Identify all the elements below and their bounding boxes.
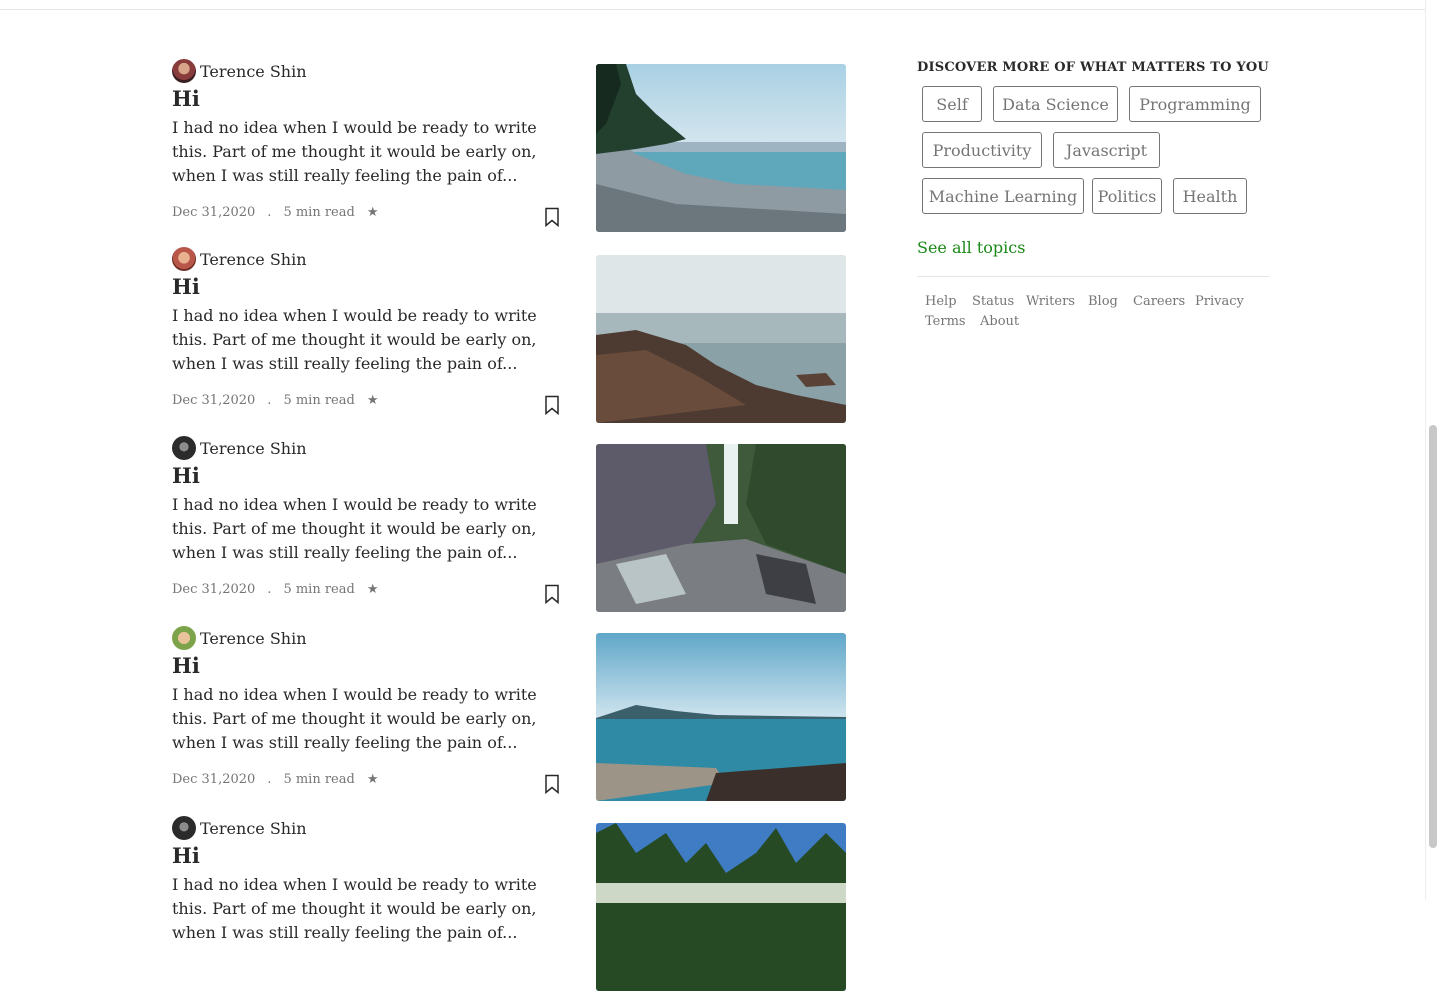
author-row[interactable]: Terence Shin [172,58,307,84]
article-date: Dec 31,2020 [172,772,256,787]
author-name[interactable]: Terence Shin [200,819,307,838]
topic-data-science[interactable]: Data Science [993,86,1118,122]
waterfall-image [596,444,846,612]
article-meta: Dec 31,2020 . 5 min read ★ [172,582,378,597]
author-avatar[interactable] [172,816,196,840]
article-card[interactable]: Terence Shin Hi I had no idea when I wou… [172,246,852,426]
article-title[interactable]: Hi [172,86,200,111]
article-title[interactable]: Hi [172,274,200,299]
footer-link-writers[interactable]: Writers [1026,294,1075,309]
topic-productivity[interactable]: Productivity [922,132,1042,168]
meta-separator: . [267,393,272,408]
article-title[interactable]: Hi [172,463,200,488]
author-name[interactable]: Terence Shin [200,439,307,458]
author-avatar[interactable] [172,626,196,650]
article-card[interactable]: Terence Shin Hi I had no idea when I wou… [172,815,852,995]
article-thumbnail[interactable] [596,64,846,232]
footer-link-about[interactable]: About [980,314,1019,329]
footer-link-help[interactable]: Help [925,294,957,309]
footer-link-blog[interactable]: Blog [1088,294,1118,309]
read-time: 5 min read [283,772,355,787]
member-star-icon: ★ [366,393,379,408]
author-avatar[interactable] [172,59,196,83]
article-card[interactable]: Terence Shin Hi I had no idea when I wou… [172,58,852,238]
footer-link-status[interactable]: Status [972,294,1014,309]
footer-link-careers[interactable]: Careers [1133,294,1185,309]
topic-machine-learning[interactable]: Machine Learning [922,178,1084,214]
topic-programming[interactable]: Programming [1129,86,1261,122]
topic-health[interactable]: Health [1173,178,1247,214]
article-meta: Dec 31,2020 . 5 min read ★ [172,772,378,787]
article-title[interactable]: Hi [172,653,200,678]
article-thumbnail[interactable] [596,255,846,423]
meta-separator: . [267,772,272,787]
article-card[interactable]: Terence Shin Hi I had no idea when I wou… [172,435,852,615]
article-excerpt[interactable]: I had no idea when I would be ready to w… [172,493,564,565]
meta-separator: . [267,582,272,597]
bookmark-icon[interactable] [544,774,560,794]
member-star-icon: ★ [366,582,379,597]
article-excerpt[interactable]: I had no idea when I would be ready to w… [172,683,564,755]
scrollbar-thumb[interactable] [1429,425,1437,848]
author-row[interactable]: Terence Shin [172,815,307,841]
author-avatar[interactable] [172,247,196,271]
article-meta: Dec 31,2020 . 5 min read ★ [172,393,378,408]
topic-javascript[interactable]: Javascript [1053,132,1160,168]
article-thumbnail[interactable] [596,823,846,991]
footer-link-privacy[interactable]: Privacy [1195,294,1244,309]
bookmark-icon[interactable] [544,395,560,415]
read-time: 5 min read [283,393,355,408]
rocky-shore-image [596,255,846,423]
author-row[interactable]: Terence Shin [172,625,307,651]
topic-self[interactable]: Self [922,86,982,122]
author-name[interactable]: Terence Shin [200,62,307,81]
sidebar-divider [917,276,1269,277]
beach-pebbles-image [596,64,846,232]
author-name[interactable]: Terence Shin [200,629,307,648]
article-excerpt[interactable]: I had no idea when I would be ready to w… [172,304,564,376]
article-feed: Terence Shin Hi I had no idea when I wou… [0,0,880,991]
author-row[interactable]: Terence Shin [172,246,307,272]
meta-separator: . [267,205,272,220]
article-title[interactable]: Hi [172,843,200,868]
discover-heading: DISCOVER MORE OF WHAT MATTERS TO YOU [917,60,1269,75]
article-date: Dec 31,2020 [172,582,256,597]
author-name[interactable]: Terence Shin [200,250,307,269]
forest-image [596,823,846,991]
bookmark-icon[interactable] [544,207,560,227]
article-thumbnail[interactable] [596,444,846,612]
footer-link-terms[interactable]: Terms [925,314,966,329]
discover-sidebar: DISCOVER MORE OF WHAT MATTERS TO YOU Sel… [917,60,1269,329]
author-avatar[interactable] [172,436,196,460]
read-time: 5 min read [283,205,355,220]
article-date: Dec 31,2020 [172,205,256,220]
see-all-topics-link[interactable]: See all topics [917,238,1025,257]
topic-politics[interactable]: Politics [1092,178,1162,214]
article-thumbnail[interactable] [596,633,846,801]
author-row[interactable]: Terence Shin [172,435,307,461]
article-card[interactable]: Terence Shin Hi I had no idea when I wou… [172,625,852,805]
article-meta: Dec 31,2020 . 5 min read ★ [172,205,378,220]
article-excerpt[interactable]: I had no idea when I would be ready to w… [172,116,564,188]
read-time: 5 min read [283,582,355,597]
article-date: Dec 31,2020 [172,393,256,408]
blue-sea-image [596,633,846,801]
article-excerpt[interactable]: I had no idea when I would be ready to w… [172,873,564,945]
bookmark-icon[interactable] [544,584,560,604]
member-star-icon: ★ [366,205,379,220]
member-star-icon: ★ [366,772,379,787]
